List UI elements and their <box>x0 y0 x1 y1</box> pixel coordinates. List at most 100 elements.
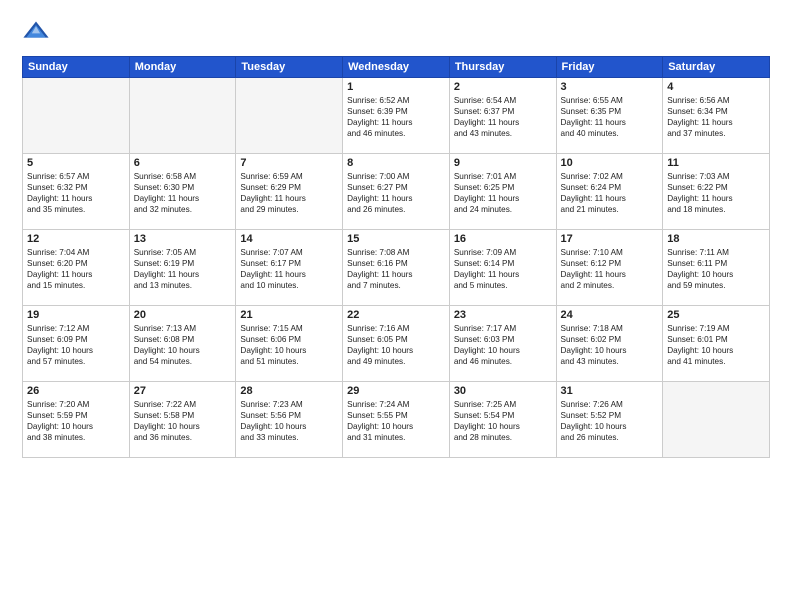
week-row-2: 5Sunrise: 6:57 AM Sunset: 6:32 PM Daylig… <box>23 154 770 230</box>
day-info: Sunrise: 7:20 AM Sunset: 5:59 PM Dayligh… <box>27 399 125 443</box>
day-number: 28 <box>240 385 338 397</box>
calendar-cell: 12 Sunrise: 7:04 AM Sunset: 6:20 PM Dayli… <box>23 230 130 306</box>
day-number: 21 <box>240 309 338 321</box>
day-info: Sunrise: 7:15 AM Sunset: 6:06 PM Dayligh… <box>240 323 338 367</box>
week-row-3: 12 Sunrise: 7:04 AM Sunset: 6:20 PM Dayli… <box>23 230 770 306</box>
week-row-4: 19Sunrise: 7:12 AM Sunset: 6:09 PM Dayli… <box>23 306 770 382</box>
day-info: Sunrise: 6:58 AM Sunset: 6:30 PM Dayligh… <box>134 171 232 215</box>
day-number: 30 <box>454 385 552 397</box>
calendar-cell: 20 Sunrise: 7:13 AM Sunset: 6:08 PM Dayli… <box>129 306 236 382</box>
day-number: 27 <box>134 385 232 397</box>
day-number: 5 <box>27 157 125 169</box>
day-number: 24 <box>561 309 659 321</box>
calendar-cell: 26 Sunrise: 7:20 AM Sunset: 5:59 PM Dayli… <box>23 382 130 458</box>
day-number: 9 <box>454 157 552 169</box>
day-number: 11 <box>667 157 765 169</box>
weekday-header-row: SundayMondayTuesdayWednesdayThursdayFrid… <box>23 57 770 78</box>
calendar-cell: 13 Sunrise: 7:05 AM Sunset: 6:19 PM Dayli… <box>129 230 236 306</box>
week-row-5: 26 Sunrise: 7:20 AM Sunset: 5:59 PM Dayli… <box>23 382 770 458</box>
day-info: Sunrise: 7:26 AM Sunset: 5:52 PM Dayligh… <box>561 399 659 443</box>
calendar-cell: 10 Sunrise: 7:02 AM Sunset: 6:24 PM Dayli… <box>556 154 663 230</box>
day-number: 7 <box>240 157 338 169</box>
day-number: 2 <box>454 81 552 93</box>
day-info: Sunrise: 6:52 AM Sunset: 6:39 PM Dayligh… <box>347 95 445 139</box>
day-info: Sunrise: 7:24 AM Sunset: 5:55 PM Dayligh… <box>347 399 445 443</box>
day-number: 26 <box>27 385 125 397</box>
day-info: Sunrise: 6:54 AM Sunset: 6:37 PM Dayligh… <box>454 95 552 139</box>
calendar-cell <box>129 78 236 154</box>
weekday-header-monday: Monday <box>129 57 236 78</box>
calendar-cell: 30 Sunrise: 7:25 AM Sunset: 5:54 PM Dayli… <box>449 382 556 458</box>
calendar-cell <box>663 382 770 458</box>
day-info: Sunrise: 7:05 AM Sunset: 6:19 PM Dayligh… <box>134 247 232 291</box>
weekday-header-tuesday: Tuesday <box>236 57 343 78</box>
page: SundayMondayTuesdayWednesdayThursdayFrid… <box>0 0 792 612</box>
logo <box>22 18 54 46</box>
day-number: 13 <box>134 233 232 245</box>
day-info: Sunrise: 7:23 AM Sunset: 5:56 PM Dayligh… <box>240 399 338 443</box>
day-number: 6 <box>134 157 232 169</box>
day-info: Sunrise: 7:09 AM Sunset: 6:14 PM Dayligh… <box>454 247 552 291</box>
calendar-cell: 22 Sunrise: 7:16 AM Sunset: 6:05 PM Dayli… <box>343 306 450 382</box>
day-info: Sunrise: 7:19 AM Sunset: 6:01 PM Dayligh… <box>667 323 765 367</box>
header <box>22 18 770 46</box>
calendar-cell: 19Sunrise: 7:12 AM Sunset: 6:09 PM Dayli… <box>23 306 130 382</box>
calendar-cell: 2 Sunrise: 6:54 AM Sunset: 6:37 PM Daylig… <box>449 78 556 154</box>
day-number: 15 <box>347 233 445 245</box>
calendar-cell: 6 Sunrise: 6:58 AM Sunset: 6:30 PM Daylig… <box>129 154 236 230</box>
calendar-cell: 3 Sunrise: 6:55 AM Sunset: 6:35 PM Daylig… <box>556 78 663 154</box>
day-number: 18 <box>667 233 765 245</box>
day-number: 12 <box>27 233 125 245</box>
day-info: Sunrise: 7:13 AM Sunset: 6:08 PM Dayligh… <box>134 323 232 367</box>
day-number: 8 <box>347 157 445 169</box>
calendar: SundayMondayTuesdayWednesdayThursdayFrid… <box>22 56 770 458</box>
day-number: 23 <box>454 309 552 321</box>
calendar-cell: 31 Sunrise: 7:26 AM Sunset: 5:52 PM Dayli… <box>556 382 663 458</box>
calendar-cell: 24 Sunrise: 7:18 AM Sunset: 6:02 PM Dayli… <box>556 306 663 382</box>
logo-icon <box>22 18 50 46</box>
day-number: 3 <box>561 81 659 93</box>
calendar-cell: 29Sunrise: 7:24 AM Sunset: 5:55 PM Dayli… <box>343 382 450 458</box>
day-number: 20 <box>134 309 232 321</box>
calendar-cell: 18 Sunrise: 7:11 AM Sunset: 6:11 PM Dayli… <box>663 230 770 306</box>
calendar-cell <box>236 78 343 154</box>
day-info: Sunrise: 7:16 AM Sunset: 6:05 PM Dayligh… <box>347 323 445 367</box>
day-number: 17 <box>561 233 659 245</box>
calendar-cell: 17 Sunrise: 7:10 AM Sunset: 6:12 PM Dayli… <box>556 230 663 306</box>
day-number: 31 <box>561 385 659 397</box>
day-info: Sunrise: 7:01 AM Sunset: 6:25 PM Dayligh… <box>454 171 552 215</box>
day-info: Sunrise: 7:18 AM Sunset: 6:02 PM Dayligh… <box>561 323 659 367</box>
day-info: Sunrise: 7:17 AM Sunset: 6:03 PM Dayligh… <box>454 323 552 367</box>
day-number: 1 <box>347 81 445 93</box>
day-info: Sunrise: 7:25 AM Sunset: 5:54 PM Dayligh… <box>454 399 552 443</box>
day-number: 10 <box>561 157 659 169</box>
weekday-header-sunday: Sunday <box>23 57 130 78</box>
day-info: Sunrise: 7:22 AM Sunset: 5:58 PM Dayligh… <box>134 399 232 443</box>
calendar-cell: 11Sunrise: 7:03 AM Sunset: 6:22 PM Dayli… <box>663 154 770 230</box>
day-number: 25 <box>667 309 765 321</box>
weekday-header-thursday: Thursday <box>449 57 556 78</box>
calendar-cell: 16Sunrise: 7:09 AM Sunset: 6:14 PM Dayli… <box>449 230 556 306</box>
calendar-cell: 7Sunrise: 6:59 AM Sunset: 6:29 PM Daylig… <box>236 154 343 230</box>
calendar-cell: 23 Sunrise: 7:17 AM Sunset: 6:03 PM Dayli… <box>449 306 556 382</box>
calendar-cell: 27 Sunrise: 7:22 AM Sunset: 5:58 PM Dayli… <box>129 382 236 458</box>
day-info: Sunrise: 7:08 AM Sunset: 6:16 PM Dayligh… <box>347 247 445 291</box>
day-info: Sunrise: 7:04 AM Sunset: 6:20 PM Dayligh… <box>27 247 125 291</box>
calendar-cell: 4Sunrise: 6:56 AM Sunset: 6:34 PM Daylig… <box>663 78 770 154</box>
day-info: Sunrise: 7:11 AM Sunset: 6:11 PM Dayligh… <box>667 247 765 291</box>
day-number: 19 <box>27 309 125 321</box>
calendar-cell: 1 Sunrise: 6:52 AM Sunset: 6:39 PM Daylig… <box>343 78 450 154</box>
calendar-cell: 8Sunrise: 7:00 AM Sunset: 6:27 PM Daylig… <box>343 154 450 230</box>
day-number: 22 <box>347 309 445 321</box>
calendar-cell: 9 Sunrise: 7:01 AM Sunset: 6:25 PM Daylig… <box>449 154 556 230</box>
calendar-cell: 15 Sunrise: 7:08 AM Sunset: 6:16 PM Dayli… <box>343 230 450 306</box>
calendar-cell: 21 Sunrise: 7:15 AM Sunset: 6:06 PM Dayli… <box>236 306 343 382</box>
day-info: Sunrise: 7:07 AM Sunset: 6:17 PM Dayligh… <box>240 247 338 291</box>
weekday-header-friday: Friday <box>556 57 663 78</box>
day-info: Sunrise: 6:55 AM Sunset: 6:35 PM Dayligh… <box>561 95 659 139</box>
day-info: Sunrise: 7:02 AM Sunset: 6:24 PM Dayligh… <box>561 171 659 215</box>
day-number: 4 <box>667 81 765 93</box>
day-info: Sunrise: 7:10 AM Sunset: 6:12 PM Dayligh… <box>561 247 659 291</box>
calendar-cell: 5Sunrise: 6:57 AM Sunset: 6:32 PM Daylig… <box>23 154 130 230</box>
weekday-header-saturday: Saturday <box>663 57 770 78</box>
